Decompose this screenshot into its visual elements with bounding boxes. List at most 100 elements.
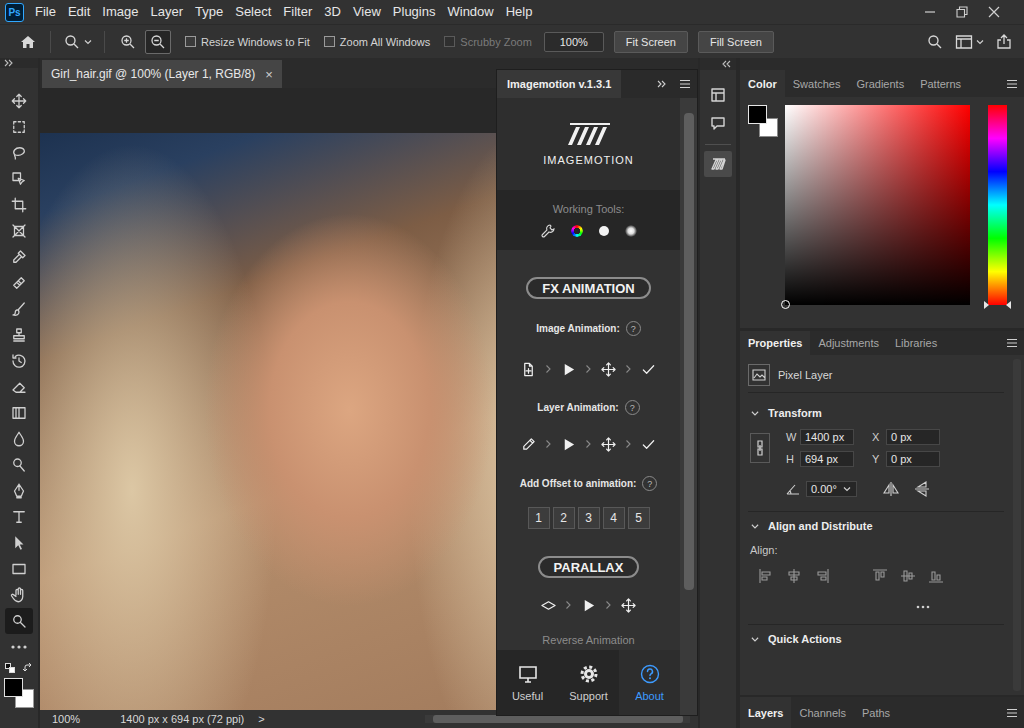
panel-tab[interactable]: Properties (740, 331, 810, 355)
collapse-icon[interactable] (657, 80, 667, 88)
color-wheel-icon[interactable] (571, 225, 583, 237)
menu-item[interactable]: Type (189, 0, 229, 24)
status-zoom[interactable]: 100% (52, 713, 80, 725)
panel-menu-button[interactable] (1000, 331, 1024, 355)
horizontal-scrollbar[interactable] (425, 715, 690, 723)
tool-button[interactable] (5, 244, 33, 270)
tool-button[interactable] (5, 452, 33, 478)
menu-item[interactable]: Select (229, 0, 277, 24)
wrench-icon[interactable] (541, 224, 555, 238)
tool-button[interactable] (5, 322, 33, 348)
workspace-button[interactable] (953, 30, 986, 54)
saturation-field[interactable] (785, 105, 970, 305)
scroll-thumb[interactable] (433, 715, 683, 723)
document-tab[interactable]: Girl_hair.gif @ 100% (Layer 1, RGB/8)× (42, 60, 282, 88)
help-button[interactable]: ? (625, 400, 640, 415)
collapse-strip[interactable] (700, 58, 736, 70)
hue-slider[interactable] (984, 105, 1011, 305)
field-input[interactable]: 694 px (800, 451, 854, 467)
play-icon[interactable] (561, 437, 576, 452)
default-colors-icon[interactable] (5, 663, 15, 673)
hue-marker[interactable] (1006, 301, 1011, 309)
move-icon[interactable] (601, 437, 616, 452)
tool-button[interactable] (5, 582, 33, 608)
align-section-header[interactable]: Align and Distribute (748, 511, 1004, 540)
dock-button[interactable] (704, 110, 732, 136)
app-logo[interactable]: Ps (5, 3, 24, 22)
panel-tab[interactable]: Libraries (887, 331, 945, 355)
align-right-icon[interactable] (814, 568, 830, 584)
move-icon[interactable] (621, 598, 636, 613)
flip-vertical-icon[interactable] (915, 481, 929, 497)
flip-horizontal-icon[interactable] (883, 482, 899, 496)
vertical-scrollbar[interactable] (1013, 359, 1021, 691)
footer-tab[interactable]: Support (558, 650, 619, 715)
tool-button[interactable] (5, 426, 33, 452)
share-button[interactable] (992, 30, 1016, 54)
menu-icon[interactable] (679, 79, 691, 89)
zoom-level-field[interactable]: 100% (544, 32, 604, 52)
align-vcenter-icon[interactable] (900, 568, 916, 584)
tool-button[interactable] (5, 218, 33, 244)
option-checkbox[interactable]: Zoom All Windows (324, 36, 430, 48)
tool-button[interactable] (5, 192, 33, 218)
play-icon[interactable] (561, 362, 576, 377)
play-icon[interactable] (581, 598, 596, 613)
offset-button[interactable]: 4 (603, 507, 625, 529)
collapse-strip[interactable] (0, 58, 38, 68)
help-button[interactable]: ? (642, 476, 657, 491)
search-button[interactable] (923, 30, 947, 54)
menu-item[interactable]: File (29, 0, 62, 24)
panel-tab[interactable]: Patterns (912, 70, 969, 97)
footer-tab[interactable]: Useful (497, 650, 558, 715)
panel-menu-button[interactable] (1000, 70, 1024, 97)
close-button[interactable] (978, 0, 1010, 24)
zoom-mode-button[interactable] (115, 30, 141, 54)
angle-field[interactable]: 0.00° (806, 481, 857, 497)
quick-actions-header[interactable]: Quick Actions (748, 624, 1004, 653)
transform-section-header[interactable]: Transform (748, 399, 1004, 427)
tool-button[interactable] (5, 608, 33, 634)
tool-button[interactable] (5, 114, 33, 140)
panel-tab[interactable]: Layers (740, 697, 791, 728)
foreground-color[interactable] (4, 678, 23, 697)
option-button[interactable]: Fill Screen (698, 31, 774, 53)
tool-button[interactable] (5, 478, 33, 504)
field-input[interactable]: 1400 px (800, 429, 854, 445)
pencil-icon[interactable] (521, 437, 536, 452)
soft-dot-icon[interactable] (625, 225, 637, 237)
scroll-thumb[interactable] (684, 113, 694, 590)
hue-bar[interactable] (988, 105, 1007, 305)
parallax-button[interactable]: PARALLAX (538, 556, 640, 578)
panel-tab[interactable]: Channels (791, 697, 853, 728)
foreground-color[interactable] (748, 105, 767, 124)
align-left-icon[interactable] (758, 568, 774, 584)
fx-animation-button[interactable]: FX ANIMATION (526, 277, 650, 299)
menu-item[interactable]: View (347, 0, 387, 24)
option-button[interactable]: Fit Screen (614, 31, 688, 53)
tool-preset-picker[interactable] (61, 30, 94, 54)
home-button[interactable] (16, 30, 40, 54)
vertical-scrollbar[interactable] (680, 98, 697, 715)
align-top-icon[interactable] (872, 568, 888, 584)
option-checkbox[interactable]: Resize Windows to Fit (185, 36, 310, 48)
menu-item[interactable]: Window (441, 0, 499, 24)
checkbox-box[interactable] (324, 36, 335, 47)
help-button[interactable]: ? (626, 321, 641, 336)
menu-item[interactable]: Help (500, 0, 539, 24)
checkbox-box[interactable] (185, 36, 196, 47)
zoom-mode-button[interactable] (145, 30, 171, 54)
menu-item[interactable]: Edit (62, 0, 96, 24)
offset-button[interactable]: 3 (578, 507, 600, 529)
more-options-button[interactable] (916, 598, 930, 612)
more-tools-button[interactable] (5, 634, 33, 660)
tool-button[interactable] (5, 374, 33, 400)
align-bottom-icon[interactable] (928, 568, 944, 584)
restore-button[interactable] (946, 0, 978, 24)
status-menu-button[interactable]: > (258, 713, 264, 725)
panel-tab[interactable]: Paths (854, 697, 898, 728)
menu-item[interactable]: Filter (277, 0, 318, 24)
tool-button[interactable] (5, 88, 33, 114)
link-button[interactable] (750, 433, 770, 463)
field-input[interactable]: 0 px (886, 429, 940, 445)
